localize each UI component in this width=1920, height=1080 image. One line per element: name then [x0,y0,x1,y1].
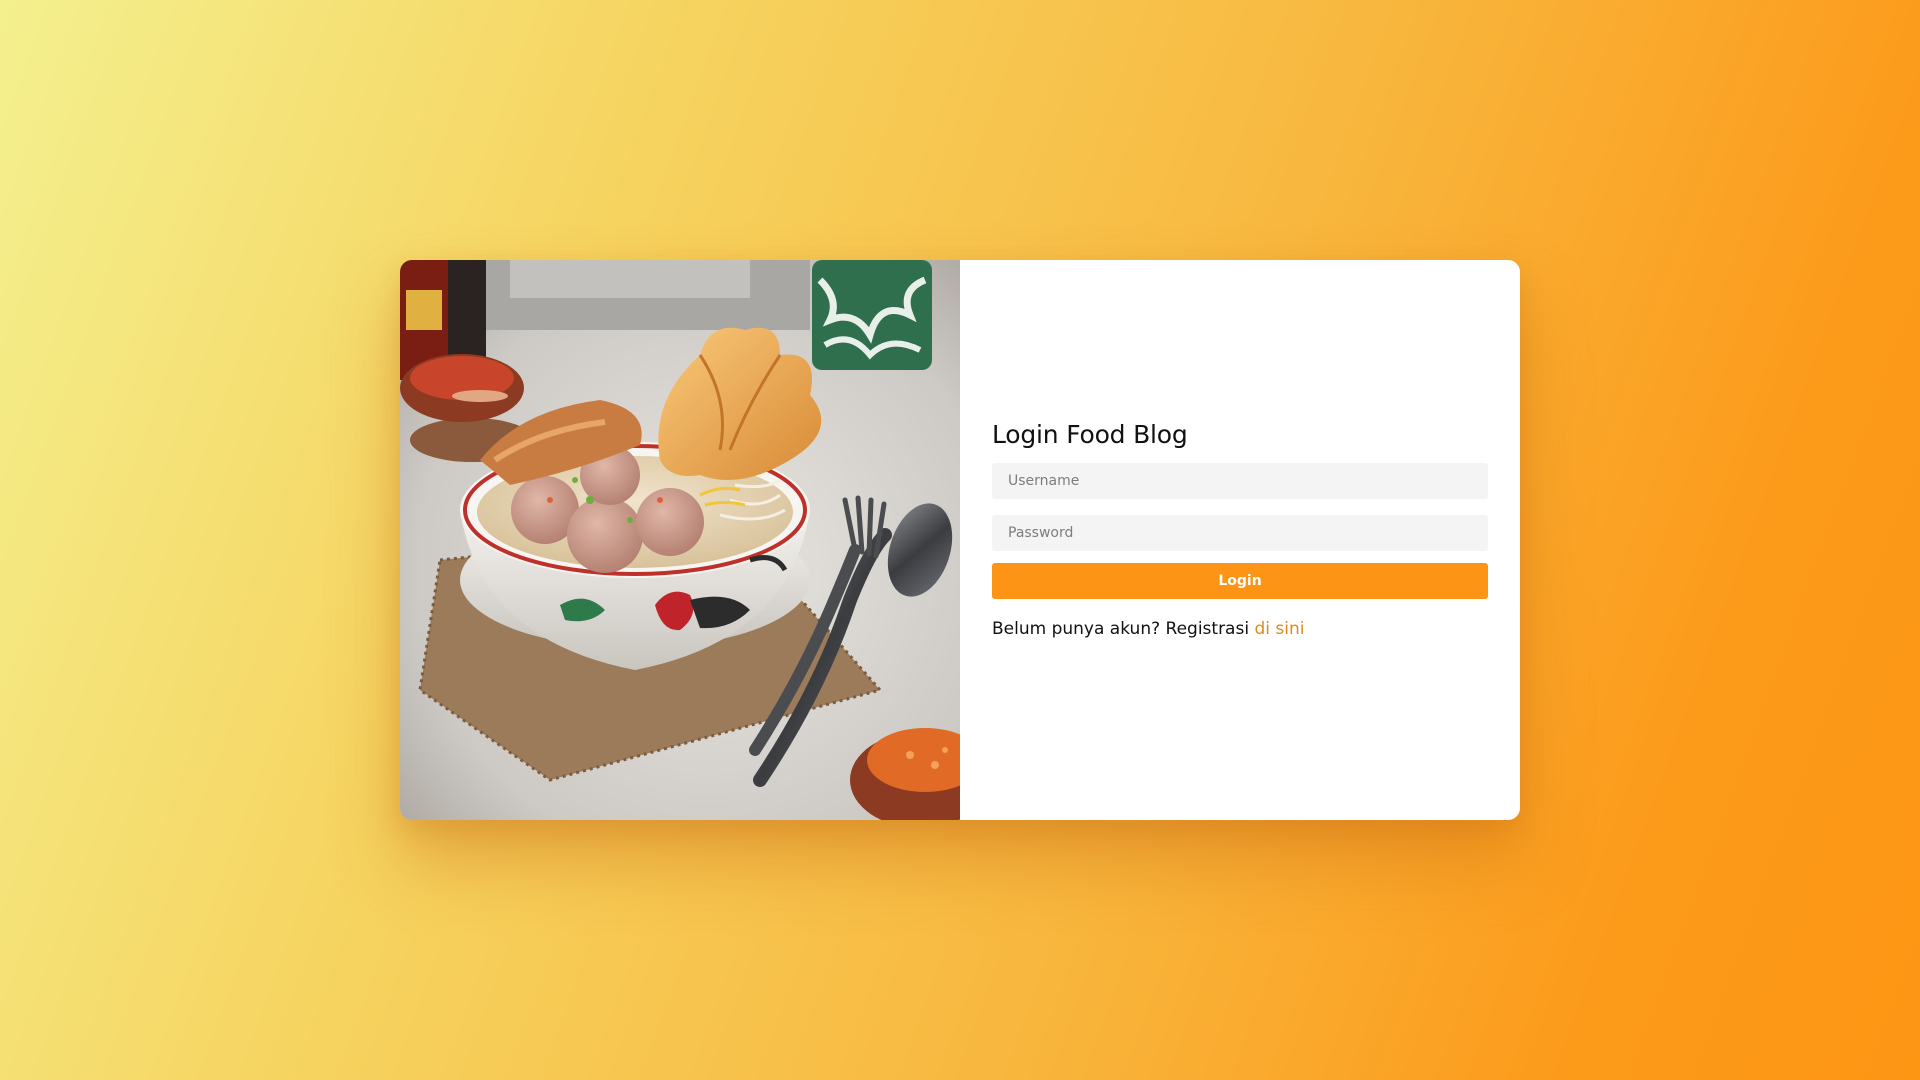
login-card: Login Food Blog Login Belum punya akun? … [400,260,1520,820]
food-photo-illustration [400,260,960,820]
food-photo [400,260,960,820]
username-input[interactable] [992,463,1488,499]
register-prompt: Belum punya akun? Registrasi di sini [992,619,1488,639]
password-input[interactable] [992,515,1488,551]
login-form: Login Food Blog Login Belum punya akun? … [992,420,1488,639]
login-form-pane: Login Food Blog Login Belum punya akun? … [960,260,1520,820]
login-button[interactable]: Login [992,563,1488,599]
page-title: Login Food Blog [992,420,1188,449]
register-prompt-text: Belum punya akun? Registrasi [992,619,1250,639]
register-link[interactable]: di sini [1254,619,1304,639]
